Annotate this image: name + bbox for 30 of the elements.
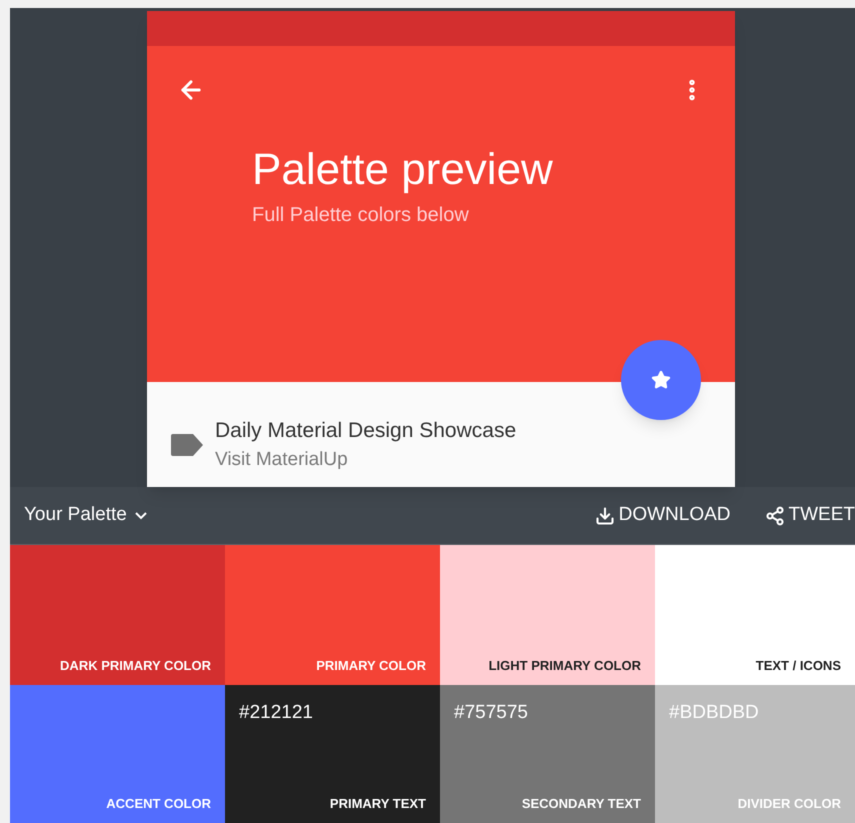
hex-value: #212121 [239, 701, 313, 725]
color-swatch[interactable]: #212121 PRIMARY TEXT [225, 685, 440, 823]
download-icon [594, 506, 615, 526]
share-icon [764, 506, 784, 526]
swatch-label: DIVIDER COLOR [738, 794, 841, 812]
color-swatch[interactable]: #757575 SECONDARY TEXT [440, 685, 655, 823]
hex-value: #BDBDBD [669, 701, 759, 725]
swatch-label: DARK PRIMARY COLOR [60, 656, 211, 674]
star-icon [651, 370, 671, 390]
color-swatch[interactable]: TEXT / ICONS [655, 545, 855, 685]
swatch-label: ACCENT COLOR [106, 794, 211, 812]
preview-subtitle: Full Palette colors below [252, 203, 470, 228]
swatch-label: PRIMARY TEXT [330, 794, 426, 812]
card-title: Daily Material Design Showcase [215, 418, 516, 444]
hex-value: #757575 [454, 701, 528, 725]
color-swatch[interactable]: PRIMARY COLOR [225, 545, 440, 685]
color-swatch[interactable]: DARK PRIMARY COLOR [10, 545, 225, 685]
swatch-label: TEXT / ICONS [756, 656, 841, 674]
palette-dropdown[interactable]: Your Palette [24, 501, 147, 530]
share-button[interactable]: TWEET [764, 501, 855, 530]
swatch-label: SECONDARY TEXT [522, 794, 641, 812]
color-swatch[interactable]: LIGHT PRIMARY COLOR [440, 545, 655, 685]
materialup-link[interactable]: Visit MaterialUp [215, 446, 516, 474]
download-button[interactable]: DOWNLOAD [594, 501, 730, 530]
swatch-label: LIGHT PRIMARY COLOR [488, 656, 641, 674]
preview-title: Palette preview [252, 144, 554, 196]
swatch-label: PRIMARY COLOR [316, 656, 426, 674]
label-icon [171, 434, 203, 456]
color-swatch[interactable]: ACCENT COLOR [10, 685, 225, 823]
chevron-down-icon [134, 512, 147, 520]
